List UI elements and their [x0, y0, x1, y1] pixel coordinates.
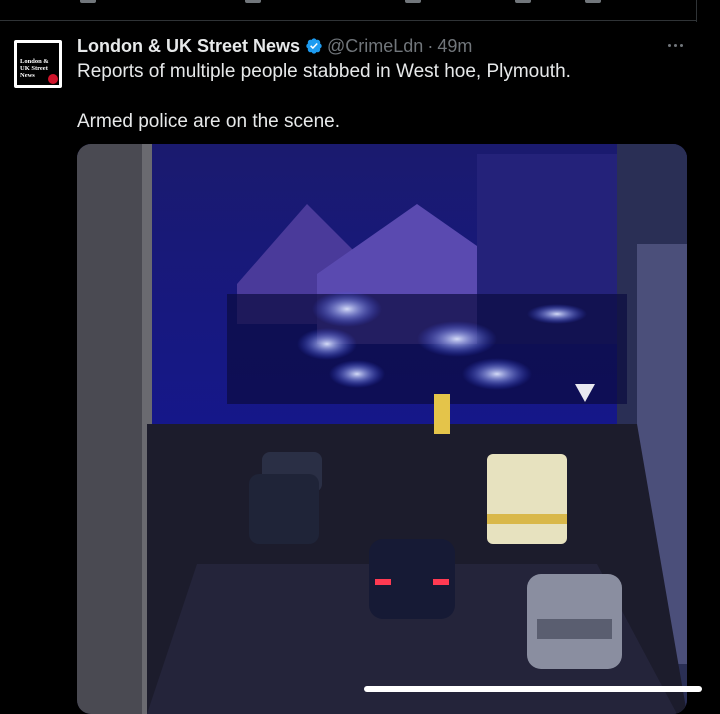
tweet-video[interactable]: [77, 144, 687, 714]
tweet-text-line-1: Reports of multiple people stabbed in We…: [77, 61, 571, 82]
share-icon[interactable]: [585, 0, 601, 3]
poppy-icon: [48, 74, 58, 84]
retweet-icon[interactable]: [245, 0, 261, 3]
like-icon[interactable]: [405, 0, 421, 3]
author-name[interactable]: London & UK Street News: [77, 36, 300, 57]
divider: [0, 20, 697, 21]
column-border: [696, 0, 697, 22]
video-progress-bar[interactable]: [364, 686, 702, 692]
more-options-icon[interactable]: [668, 44, 683, 47]
views-icon[interactable]: [515, 0, 531, 3]
author-handle[interactable]: @CrimeLdn: [327, 36, 423, 57]
verified-badge-icon: [306, 38, 322, 54]
tweet-text-line-2: Armed police are on the scene.: [77, 111, 340, 132]
separator-dot: ·: [427, 35, 434, 56]
timestamp[interactable]: 49m: [437, 36, 472, 57]
avatar[interactable]: London & UK Street News: [14, 40, 62, 88]
previous-tweet-actions: [0, 0, 720, 22]
reply-icon[interactable]: [80, 0, 96, 3]
tweet-header: London & UK Street News @CrimeLdn · 49m: [77, 34, 472, 58]
video-frame-icon: [77, 144, 687, 714]
